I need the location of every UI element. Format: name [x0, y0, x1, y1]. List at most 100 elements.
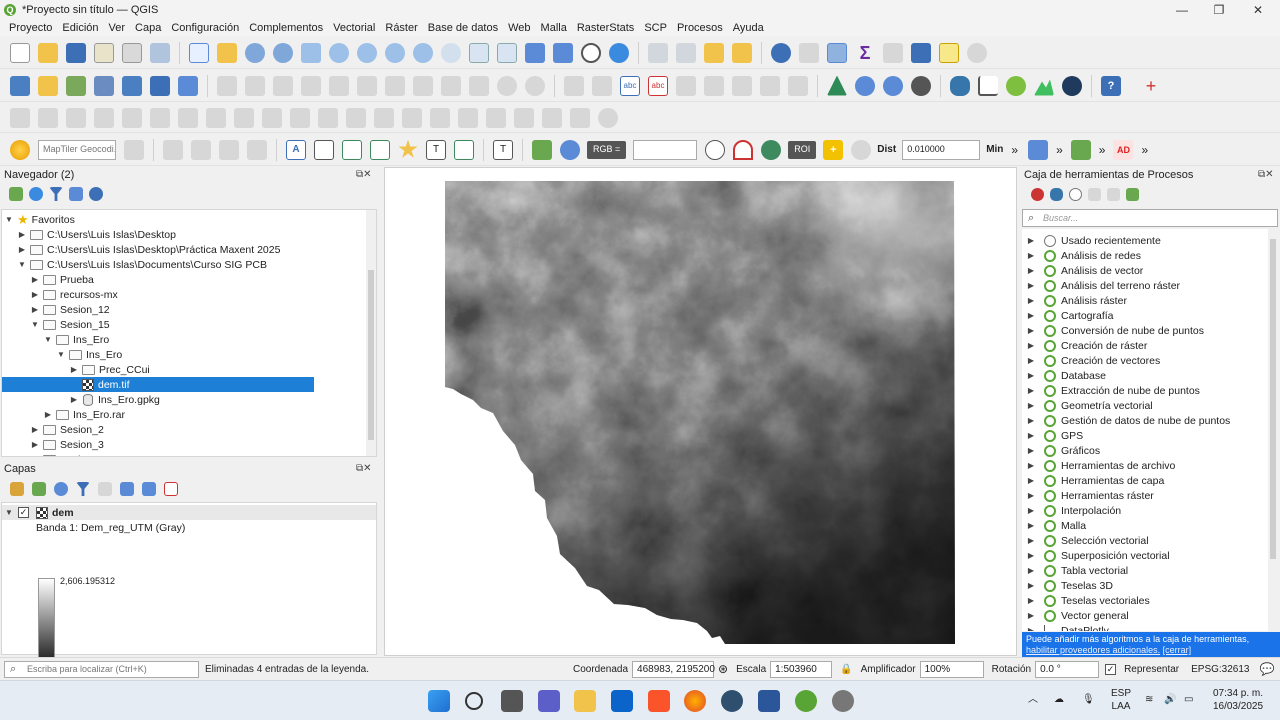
expand-arrow-icon[interactable]: ▶ — [1022, 371, 1040, 380]
python-scripts-icon[interactable] — [1050, 188, 1063, 201]
reshape-grid-icon[interactable] — [247, 139, 267, 160]
add-ring-icon[interactable] — [38, 107, 58, 128]
expand-arrow-icon[interactable]: ▶ — [1022, 266, 1040, 275]
expand-arrow-icon[interactable]: ▶ — [1022, 341, 1040, 350]
menu-base-de-datos[interactable]: Base de datos — [423, 22, 503, 34]
windows-start-icon[interactable] — [428, 690, 450, 712]
expand-arrow-icon[interactable]: ▶ — [17, 245, 27, 254]
zoom-full-icon[interactable] — [301, 42, 321, 63]
scp-zoom-icon[interactable] — [560, 139, 580, 160]
expand-arrow-icon[interactable]: ▶ — [1022, 446, 1040, 455]
draw-tool-icon[interactable] — [163, 139, 183, 160]
split-features-icon[interactable] — [234, 107, 254, 128]
new-3d-map-icon[interactable] — [497, 42, 517, 63]
expand-arrow-icon[interactable]: ▶ — [1022, 356, 1040, 365]
processing-group[interactable]: ▶ Extracción de nube de puntos — [1022, 383, 1268, 398]
expand-arrow-icon[interactable]: ▶ — [1022, 611, 1040, 620]
magnifier-field[interactable]: 100% — [919, 660, 984, 678]
expand-arrow-icon[interactable]: ▶ — [1022, 521, 1040, 530]
change-label-icon[interactable] — [760, 75, 780, 96]
zoom-last-icon[interactable] — [413, 42, 433, 63]
filter-legend-icon[interactable] — [76, 482, 90, 496]
maximize-button[interactable]: ❐ — [1199, 0, 1239, 20]
add-roi-icon[interactable]: + — [823, 139, 844, 160]
text-format-icon[interactable]: T — [426, 139, 446, 160]
processing-group[interactable]: ▶ GPS — [1022, 428, 1268, 443]
rgb-select[interactable] — [633, 139, 698, 160]
menu-ver[interactable]: Ver — [104, 22, 131, 34]
copy-features-icon[interactable] — [441, 75, 461, 96]
chevron-right-icon[interactable]: » — [1099, 143, 1106, 157]
expand-arrow-icon[interactable]: ▶ — [30, 455, 40, 456]
expand-arrow-icon[interactable]: ▶ — [1022, 506, 1040, 515]
volume-icon[interactable]: 🔊 — [1164, 693, 1176, 706]
firefox-icon[interactable] — [684, 690, 706, 712]
zoom-out-icon[interactable] — [273, 42, 293, 63]
sun-icon[interactable] — [10, 139, 30, 160]
processing-group[interactable]: ▶ Superposición vectorial — [1022, 548, 1268, 563]
deselect-icon[interactable] — [704, 42, 724, 63]
processing-group[interactable]: ▶ Análisis de vector — [1022, 263, 1268, 278]
move-label-icon[interactable] — [704, 75, 724, 96]
show-bookmarks-icon[interactable] — [553, 42, 573, 63]
edit-features-icon[interactable] — [1107, 188, 1120, 201]
draw-options-icon[interactable] — [191, 139, 211, 160]
expand-arrow-icon[interactable]: ▶ — [1022, 296, 1040, 305]
digitize-shape-icon[interactable] — [10, 107, 30, 128]
processing-group[interactable]: ▶ Tabla vectorial — [1022, 563, 1268, 578]
new-map-view-icon[interactable] — [469, 42, 489, 63]
paste-features-icon[interactable] — [469, 75, 489, 96]
redo-roi-icon[interactable] — [851, 139, 872, 160]
processing-group[interactable]: ▶ Malla — [1022, 518, 1268, 533]
microphone-icon[interactable]: 🎙 — [1082, 693, 1095, 706]
processing-group[interactable]: ▶ Gestión de datos de nube de puntos — [1022, 413, 1268, 428]
menu-ayuda[interactable]: Ayuda — [728, 22, 769, 34]
processing-group[interactable]: ▶ Teselas 3D — [1022, 578, 1268, 593]
roi-chip[interactable]: ROI — [788, 140, 817, 159]
data-source-manager-icon[interactable] — [10, 75, 30, 96]
navigator-item[interactable]: dem.tif — [2, 377, 314, 392]
identify-icon[interactable] — [771, 42, 791, 63]
menu-malla[interactable]: Malla — [536, 22, 572, 34]
history-icon[interactable] — [1069, 188, 1082, 201]
vertex-tool-icon[interactable] — [329, 75, 349, 96]
copy-move-icon[interactable] — [542, 107, 562, 128]
zoom-to-layer-icon[interactable] — [357, 42, 377, 63]
navigator-item[interactable]: ▶ Sesion_4 — [2, 452, 376, 456]
scp-zoom-roi-icon[interactable] — [761, 139, 782, 160]
processing-group[interactable]: ▶ Herramientas ráster — [1022, 488, 1268, 503]
relief-icon[interactable] — [1034, 79, 1054, 96]
text-annotation-icon[interactable] — [967, 42, 987, 63]
collapse-all-icon[interactable] — [142, 482, 156, 496]
expand-arrow-icon[interactable]: ▶ — [1022, 596, 1040, 605]
save-edits-icon[interactable] — [273, 75, 293, 96]
add-raster-icon[interactable] — [94, 75, 114, 96]
navigator-item[interactable]: ▶ Sesion_3 — [2, 437, 376, 452]
earth-icon[interactable] — [1062, 75, 1082, 96]
navigator-scrollbar[interactable] — [366, 210, 376, 456]
collapse-arrow-icon[interactable]: ▼ — [30, 320, 40, 329]
info-icon[interactable] — [89, 187, 103, 201]
open-project-icon[interactable] — [38, 42, 58, 63]
refresh-icon[interactable] — [29, 187, 43, 201]
redo-icon[interactable] — [525, 75, 545, 96]
filter-icon[interactable] — [49, 187, 63, 201]
render-checkbox[interactable]: ✓ — [1105, 663, 1117, 675]
processing-group[interactable]: ▶ Interpolación — [1022, 503, 1268, 518]
merge-features-icon[interactable] — [290, 107, 310, 128]
add-layer-icon[interactable] — [9, 187, 23, 201]
delete-part-icon[interactable] — [150, 107, 170, 128]
star-annotation-icon[interactable] — [398, 139, 418, 158]
processing-group[interactable]: ▶ Herramientas de capa — [1022, 473, 1268, 488]
processing-group[interactable]: ▶ Herramientas de archivo — [1022, 458, 1268, 473]
remove-layer-icon[interactable] — [164, 482, 178, 496]
rotate-symbols-icon[interactable] — [346, 107, 366, 128]
pan-to-selection-icon[interactable] — [217, 42, 237, 63]
navigator-item[interactable]: ▶ recursos-mx — [2, 287, 376, 302]
modify-attributes-icon[interactable] — [357, 75, 377, 96]
expand-arrow-icon[interactable]: ▶ — [17, 230, 27, 239]
select-by-value-icon[interactable] — [676, 42, 696, 63]
menu-configuracion[interactable]: Configuración — [166, 22, 244, 34]
map-canvas[interactable] — [384, 167, 1017, 656]
lock-scale-icon[interactable]: 🔒 — [840, 664, 852, 675]
